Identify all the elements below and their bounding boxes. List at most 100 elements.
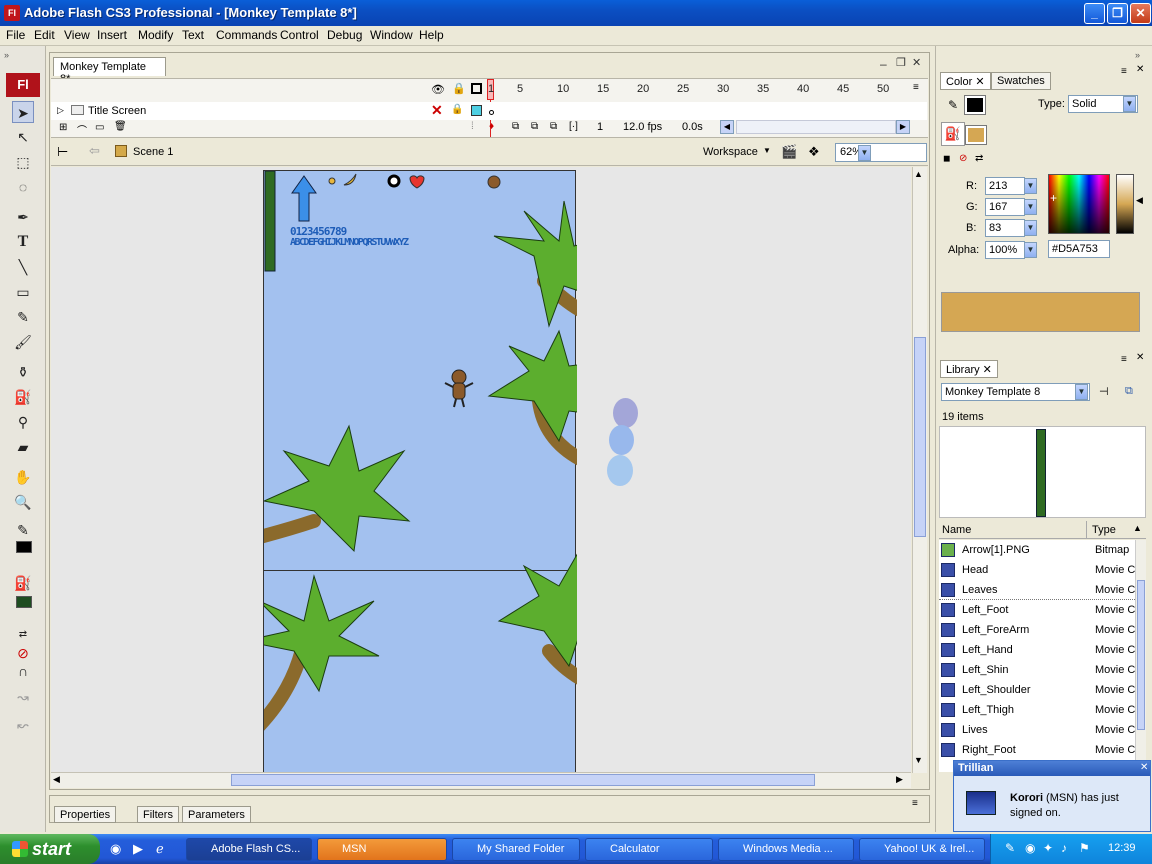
hidden-x-icon[interactable]: ✕ [431, 102, 443, 119]
color-panel-menu-icon[interactable]: ≡ [1121, 66, 1127, 77]
eye-icon[interactable]: 👁 [431, 83, 445, 96]
list-item[interactable]: Left_Thigh Movie Clip [939, 700, 1135, 720]
library-dropdown-icon[interactable]: ▼ [1075, 384, 1088, 400]
edit-multiple-icon[interactable]: ⧉ [550, 121, 557, 132]
bubble-symbol[interactable] [613, 398, 638, 428]
paint-bucket-tool-icon[interactable]: ⛽ [12, 386, 34, 408]
hex-field[interactable]: #D5A753 [1048, 240, 1110, 258]
library-close-icon[interactable]: ✕ [1136, 352, 1144, 363]
stroke-color-swatch[interactable] [16, 541, 32, 553]
onion-outline-icon[interactable]: ⧉ [531, 121, 538, 132]
color-fill-swatch[interactable] [965, 125, 987, 145]
stage-vertical-scrollbar[interactable]: ▲ ▼ [912, 167, 927, 773]
task-msn[interactable]: MSN [317, 838, 447, 861]
pasteboard[interactable]: 0123456789 ABCDEFGHIJKLMNOPQRSTUVWXYZ [51, 167, 911, 773]
delete-layer-icon[interactable]: 🗑 [114, 121, 127, 132]
add-folder-icon[interactable]: ▭ [95, 122, 104, 133]
task-flash[interactable]: Adobe Flash CS... [186, 838, 312, 861]
snap-magnet-icon[interactable]: ∩ [12, 660, 34, 682]
menu-text[interactable]: Text [182, 28, 204, 42]
color-spectrum-picker[interactable] [1048, 174, 1110, 234]
list-item[interactable]: Head Movie Clip [939, 560, 1135, 580]
workspace-dropdown[interactable]: Workspace [703, 146, 758, 158]
alpha-dropdown-icon[interactable]: ▼ [1024, 242, 1037, 258]
library-menu-icon[interactable]: ≡ [1121, 354, 1127, 365]
hand-tool-icon[interactable]: ✋ [12, 466, 34, 488]
task-windows-media[interactable]: Windows Media ... [718, 838, 854, 861]
ink-bottle-tool-icon[interactable]: ⚱ [12, 361, 34, 383]
pin-library-icon[interactable]: ⊣ [1099, 385, 1109, 398]
outline-icon[interactable] [471, 83, 482, 94]
zoom-field[interactable]: 62% [835, 143, 927, 162]
scroll-to-playhead-icon[interactable]: ⁞ [471, 121, 474, 132]
selection-tool-icon[interactable]: ➤ [12, 101, 34, 123]
scroll-thumb[interactable] [914, 337, 926, 537]
no-color-icon[interactable]: ⊘ [959, 153, 967, 164]
timeline-menu-icon[interactable]: ≡ [913, 82, 919, 93]
tab-library[interactable]: Library ✕ [940, 360, 998, 378]
tray-icon[interactable]: ✎ [1005, 841, 1015, 855]
menu-edit[interactable]: Edit [34, 28, 55, 42]
media-quicklaunch-icon[interactable]: ▶ [133, 841, 143, 857]
name-column-header[interactable]: Name [942, 524, 971, 536]
tray-icon[interactable]: ♪ [1061, 841, 1067, 855]
firefox-quicklaunch-icon[interactable]: ◉ [110, 841, 121, 857]
close-button[interactable]: ✕ [1130, 3, 1151, 24]
workspace-dropdown-arrow-icon[interactable]: ▼ [763, 146, 771, 155]
stage[interactable]: 0123456789 ABCDEFGHIJKLMNOPQRSTUVWXYZ [263, 170, 577, 773]
menu-help[interactable]: Help [419, 28, 444, 42]
fill-bucket-icon[interactable]: ⛽ [941, 122, 965, 146]
add-guide-icon[interactable]: ⌒ [77, 122, 87, 137]
r-dropdown-icon[interactable]: ▼ [1024, 178, 1037, 194]
fill-color-swatch[interactable] [16, 596, 32, 608]
brightness-slider[interactable] [1116, 174, 1134, 234]
pen-tool-icon[interactable]: ✒ [12, 206, 34, 228]
type-column-header[interactable]: Type [1092, 524, 1116, 536]
sort-icon[interactable]: ▲ [1133, 523, 1142, 533]
menu-commands[interactable]: Commands [216, 28, 277, 42]
alpha-field[interactable]: 100% [985, 241, 1025, 259]
stage-horizontal-scrollbar[interactable]: ◀ ▶ [51, 772, 911, 788]
brightness-pointer-icon[interactable]: ◀ [1136, 195, 1143, 206]
r-field[interactable]: 213 [985, 177, 1025, 195]
clock[interactable]: 12:39 [1108, 842, 1136, 854]
scene-label[interactable]: Scene 1 [133, 146, 173, 158]
onion-skin-icon[interactable]: ⧉ [512, 121, 519, 132]
minimize-button[interactable]: _ [1084, 3, 1105, 24]
tab-parameters[interactable]: Parameters [182, 806, 251, 823]
menu-insert[interactable]: Insert [97, 28, 127, 42]
menu-modify[interactable]: Modify [138, 28, 173, 42]
tab-swatches[interactable]: Swatches [991, 72, 1051, 90]
b-field[interactable]: 83 [985, 219, 1025, 237]
library-scrollbar[interactable] [1135, 540, 1146, 772]
bubble-symbol[interactable] [607, 455, 633, 486]
stage-alphabet-text[interactable]: ABCDEFGHIJKLMNOPQRSTUVWXYZ [290, 237, 409, 248]
dock-collapse-icon[interactable]: » [1135, 50, 1140, 60]
lasso-tool-icon[interactable]: ◌ [12, 176, 34, 198]
fps-readout[interactable]: 12.0 fps [623, 121, 662, 133]
type-dropdown-icon[interactable]: ▼ [1123, 96, 1136, 112]
g-field[interactable]: 167 [985, 198, 1025, 216]
timeline-scroll-right-icon[interactable]: ▶ [896, 120, 910, 134]
scroll-up-icon[interactable]: ▲ [914, 169, 923, 179]
swap-colors-icon[interactable]: ⇄ [975, 153, 983, 164]
zoom-tool-icon[interactable]: 🔍 [12, 491, 34, 513]
list-item[interactable]: Arrow[1].PNG Bitmap [939, 540, 1135, 560]
edit-scene-icon[interactable]: 🎬 [781, 144, 797, 160]
list-item[interactable]: Left_Hand Movie Clip [939, 640, 1135, 660]
tab-color[interactable]: Color ✕ [940, 72, 991, 90]
library-select[interactable]: Monkey Template 8 [941, 383, 1090, 401]
library-scroll-thumb[interactable] [1137, 580, 1145, 730]
center-frame-icon[interactable]: ♦ [489, 121, 494, 132]
timeline-toggle-icon[interactable]: ⊢ [57, 144, 68, 160]
eraser-tool-icon[interactable]: ▰ [12, 436, 34, 458]
straighten-icon[interactable]: ↜ [12, 714, 34, 736]
layer-lock-icon[interactable]: 🔒 [451, 104, 463, 115]
stage-artwork[interactable] [264, 171, 577, 773]
panel-collapse-icon[interactable]: » [4, 50, 9, 60]
tray-icon[interactable]: ◉ [1025, 841, 1035, 855]
edit-symbols-icon[interactable]: ❖ [808, 144, 820, 160]
text-tool-icon[interactable]: T [12, 231, 34, 253]
scroll-right-icon[interactable]: ▶ [896, 774, 903, 785]
list-item[interactable]: Leaves Movie Clip [939, 580, 1135, 600]
